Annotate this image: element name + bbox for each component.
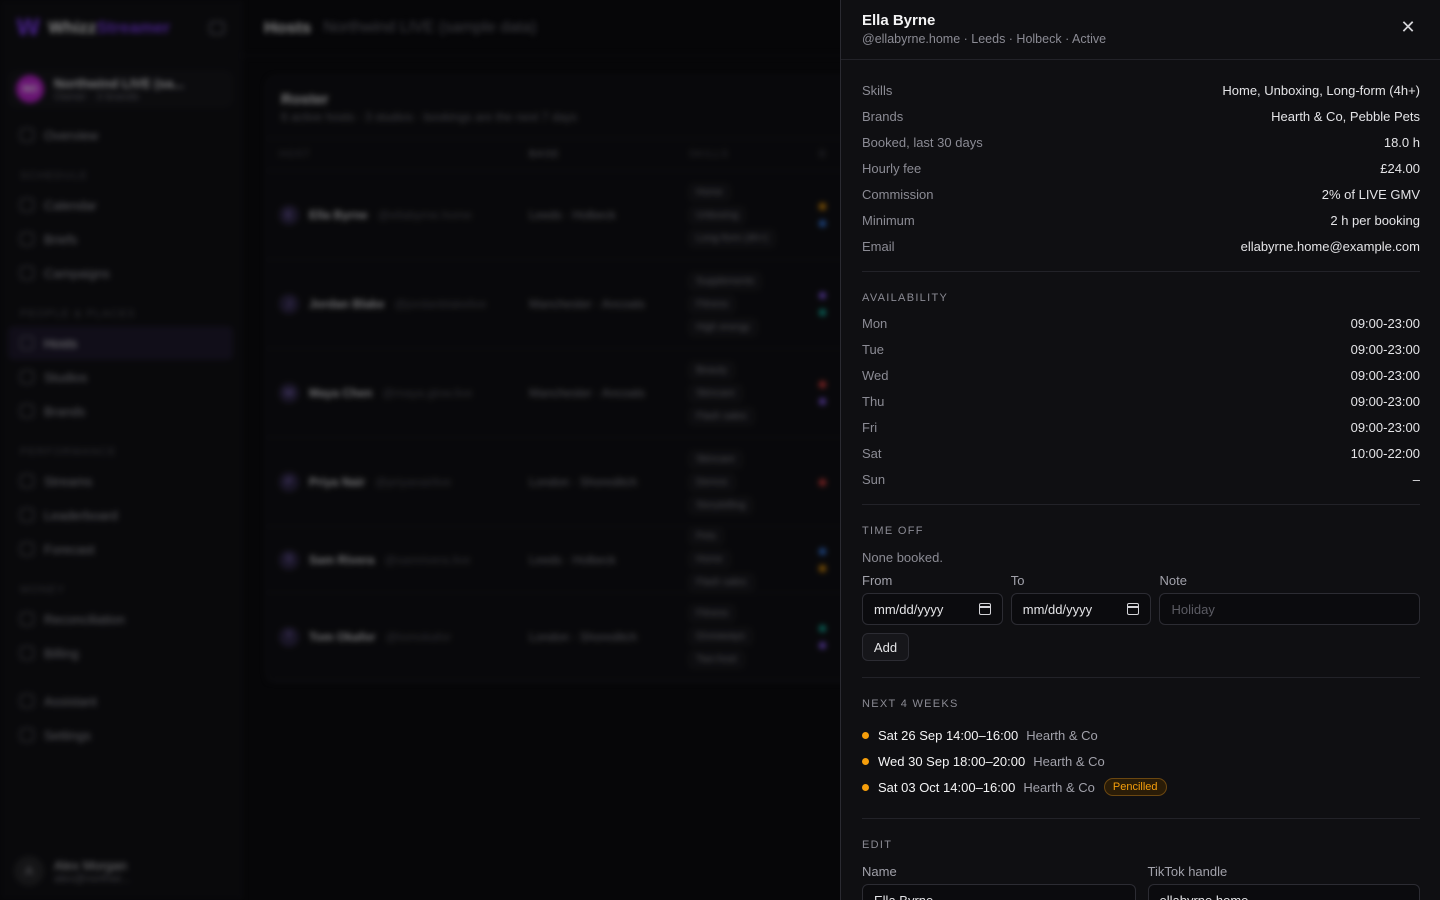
detail-row: Commission 2% of LIVE GMV (862, 181, 1420, 207)
status-dot-icon (862, 783, 869, 791)
day-label: Thu (862, 393, 885, 409)
availability-list: Mon 09:00-23:00 Tue 09:00-23:00 Wed 09:00-23:… (862, 310, 1420, 492)
status-dot-icon (862, 731, 869, 739)
name-label: Name (862, 864, 897, 879)
availability-section: Availability Mon 09:00-23:00 Tue 09:00-23:0… (862, 272, 1420, 505)
day-hours: 09:00-23:00 (1350, 315, 1420, 331)
day-hours: 09:00-23:00 (1350, 393, 1420, 409)
time-off-form: From mm/dd/yyyy To mm/dd/yyyy Note Holid (862, 573, 1420, 625)
close-icon[interactable]: ✕ (1398, 18, 1418, 38)
to-group: To mm/dd/yyyy (1010, 573, 1152, 625)
detail-row: Skills Home, Unboxing, Long-form (4h+) (862, 77, 1420, 103)
note-input[interactable]: Holiday (1159, 593, 1420, 625)
tiktok-handle-input[interactable]: ellabyrne.home (1147, 884, 1420, 900)
detail-value: 18.0 h (1383, 134, 1420, 150)
time-off-empty: None booked. (862, 550, 943, 565)
calendar-icon[interactable] (978, 603, 991, 615)
availability-row: Fri 09:00-23:00 (862, 414, 1420, 440)
from-group: From mm/dd/yyyy (862, 573, 1003, 625)
detail-value: Hearth & Co, Pebble Pets (1271, 108, 1420, 124)
day-hours: 10:00-22:00 (1350, 445, 1420, 461)
availability-row: Wed 09:00-23:00 (862, 362, 1420, 388)
availability-row: Mon 09:00-23:00 (862, 310, 1420, 336)
detail-row: Brands Hearth & Co, Pebble Pets (862, 103, 1420, 129)
status-dot-icon (862, 757, 869, 765)
time-off-section: Time off None booked. From mm/dd/yyyy To… (862, 505, 1420, 678)
tiktok-group: TikTok handle ellabyrne.home (1147, 864, 1420, 900)
calendar-icon[interactable] (1127, 603, 1140, 615)
detail-label: Hourly fee (862, 160, 922, 176)
day-label: Fri (862, 419, 878, 435)
availability-title: Availability (862, 292, 949, 304)
note-label: Note (1159, 573, 1187, 588)
day-label: Tue (862, 341, 884, 357)
host-details: Skills Home, Unboxing, Long-form (4h+) Bra… (862, 60, 1420, 272)
list-item[interactable]: Sat 26 Sep 14:00–16:00 Hearth & Co (862, 722, 1420, 748)
from-date-input[interactable]: mm/dd/yyyy (862, 593, 1003, 625)
detail-value: 2 h per booking (1330, 212, 1420, 228)
day-label: Mon (862, 315, 888, 331)
drawer-body: Skills Home, Unboxing, Long-form (4h+) Bra… (841, 60, 1440, 900)
detail-label: Skills (862, 82, 893, 98)
time-off-title: Time off (862, 525, 924, 537)
day-label: Wed (862, 367, 889, 383)
detail-label: Booked, last 30 days (862, 134, 983, 150)
detail-row: Hourly fee £24.00 (862, 155, 1420, 181)
note-group: Note Holiday (1159, 573, 1420, 625)
detail-label: Commission (862, 186, 934, 202)
booking-time: Wed 30 Sep 18:00–20:00 (878, 753, 1026, 769)
detail-value: 2% of LIVE GMV (1321, 186, 1420, 202)
list-item[interactable]: Sat 03 Oct 14:00–16:00 Hearth & Co Pencill… (862, 774, 1420, 800)
to-date-input[interactable]: mm/dd/yyyy (1010, 593, 1152, 625)
next-weeks-title: Next 4 weeks (862, 698, 959, 710)
host-detail-drawer: Ella Byrne @ellabyrne.home · Leeds · Hol… (840, 0, 1440, 900)
edit-form-row: Name Ella Byrne TikTok handle ellabyrne.… (862, 864, 1420, 900)
list-item[interactable]: Wed 30 Sep 18:00–20:00 Hearth & Co (862, 748, 1420, 774)
detail-value: £24.00 (1380, 160, 1420, 176)
next-weeks-section: Next 4 weeks Sat 26 Sep 14:00–16:00 Heart… (862, 678, 1420, 819)
day-hours: 09:00-23:00 (1350, 367, 1420, 383)
tiktok-label: TikTok handle (1147, 864, 1228, 879)
availability-row: Thu 09:00-23:00 (862, 388, 1420, 414)
drawer-subtitle: @ellabyrne.home · Leeds · Holbeck · Acti… (862, 32, 1107, 46)
detail-row: Booked, last 30 days 18.0 h (862, 129, 1420, 155)
status-badge: Pencilled (1103, 778, 1167, 796)
detail-label: Email (862, 238, 895, 254)
add-time-off-button[interactable]: Add (862, 633, 909, 661)
booking-brand: Hearth & Co (1023, 779, 1095, 795)
booking-time: Sat 26 Sep 14:00–16:00 (878, 727, 1019, 743)
day-hours: 09:00-23:00 (1350, 419, 1420, 435)
day-hours: 09:00-23:00 (1350, 341, 1420, 357)
name-input[interactable]: Ella Byrne (862, 884, 1136, 900)
detail-value: ellabyrne.home@example.com (1240, 238, 1420, 254)
drawer-title: Ella Byrne (862, 12, 936, 29)
booking-time: Sat 03 Oct 14:00–16:00 (878, 779, 1016, 795)
detail-value: Home, Unboxing, Long-form (4h+) (1222, 82, 1420, 98)
bookings-list: Sat 26 Sep 14:00–16:00 Hearth & Co Wed 30 … (862, 722, 1420, 800)
availability-row: Sat 10:00-22:00 (862, 440, 1420, 466)
booking-brand: Hearth & Co (1026, 727, 1098, 743)
detail-row: Email ellabyrne.home@example.com (862, 233, 1420, 259)
detail-label: Minimum (862, 212, 915, 228)
detail-label: Brands (862, 108, 904, 124)
day-hours: – (1412, 471, 1420, 487)
detail-row: Minimum 2 h per booking (862, 207, 1420, 233)
name-group: Name Ella Byrne (862, 864, 1136, 900)
availability-row: Tue 09:00-23:00 (862, 336, 1420, 362)
edit-section: Edit Name Ella Byrne TikTok handle ellab… (862, 819, 1420, 900)
availability-row: Sun – (862, 466, 1420, 492)
edit-title: Edit (862, 839, 893, 851)
from-label: From (862, 573, 893, 588)
day-label: Sat (862, 445, 882, 461)
drawer-header: Ella Byrne @ellabyrne.home · Leeds · Hol… (841, 0, 1440, 60)
day-label: Sun (862, 471, 886, 487)
booking-brand: Hearth & Co (1033, 753, 1105, 769)
to-label: To (1010, 573, 1025, 588)
